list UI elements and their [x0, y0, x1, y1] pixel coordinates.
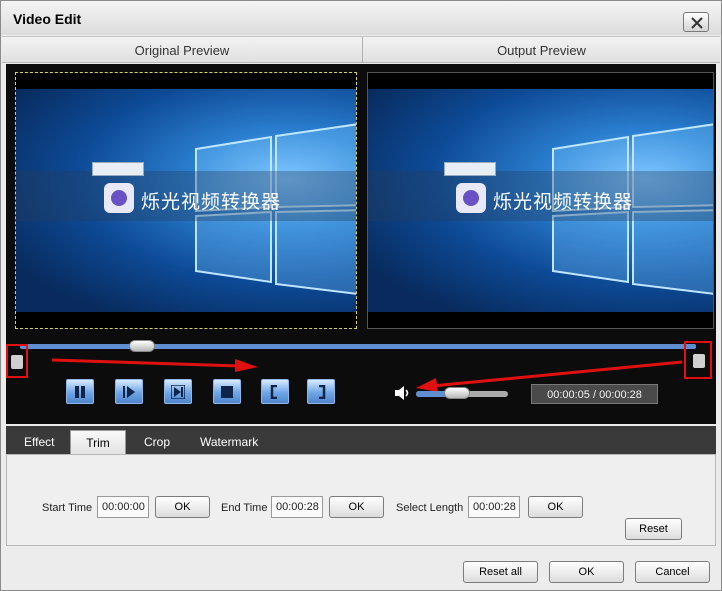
letterbox-top	[368, 73, 713, 89]
seek-bar[interactable]	[20, 344, 696, 349]
select-length-ok-button[interactable]: OK	[528, 496, 583, 518]
app-name-overlay: 烁光视频转换器	[141, 191, 282, 213]
start-time-ok-button[interactable]: OK	[155, 496, 210, 518]
letterbox-bottom	[368, 312, 713, 328]
stop-button[interactable]	[213, 379, 241, 404]
dialog-footer: Reset all OK Cancel	[2, 549, 720, 590]
volume-thumb[interactable]	[444, 387, 471, 399]
mark-out-button[interactable]	[307, 379, 335, 404]
trim-panel: Start Time OK End Time OK Select Length …	[6, 454, 716, 546]
next-frame-icon	[171, 385, 185, 399]
letterbox-top	[16, 73, 356, 89]
reset-button[interactable]: Reset	[625, 518, 682, 540]
tab-watermark[interactable]: Watermark	[192, 430, 266, 454]
play-icon	[123, 386, 135, 398]
cancel-button[interactable]: Cancel	[635, 561, 710, 583]
output-preview-pane: 烁光视频转换器	[367, 72, 714, 329]
select-length-field[interactable]	[468, 496, 520, 518]
scissors-icon	[693, 354, 705, 368]
reset-all-button[interactable]: Reset all	[463, 561, 538, 583]
close-icon	[691, 17, 703, 29]
video-frame: 烁光视频转换器	[368, 89, 713, 314]
overlay-small-box	[444, 162, 496, 176]
mark-in-button[interactable]	[261, 379, 289, 404]
video-edit-window: Video Edit Original Preview Output Previ…	[0, 0, 722, 591]
end-time-ok-button[interactable]: OK	[329, 496, 384, 518]
ok-button[interactable]: OK	[549, 561, 624, 583]
end-time-field[interactable]	[271, 496, 323, 518]
original-preview-pane[interactable]: 烁光视频转换器	[15, 72, 357, 329]
clip-start-marker[interactable]	[6, 344, 28, 378]
close-button[interactable]	[683, 12, 709, 32]
scissors-icon	[11, 355, 23, 369]
video-frame: 烁光视频转换器	[16, 89, 356, 314]
edit-tab-bar: Effect Trim Crop Watermark	[6, 426, 716, 454]
app-logo-icon	[104, 183, 134, 213]
start-time-field[interactable]	[97, 496, 149, 518]
preview-header: Original Preview Output Preview	[2, 36, 720, 63]
letterbox-bottom	[16, 312, 356, 328]
original-preview-label: Original Preview	[134, 43, 230, 58]
tab-trim[interactable]: Trim	[70, 430, 126, 454]
pause-button[interactable]	[66, 379, 94, 404]
end-time-label: End Time	[221, 502, 268, 514]
pause-icon	[75, 386, 85, 398]
tab-effect[interactable]: Effect	[16, 430, 62, 454]
bracket-right-icon	[319, 385, 326, 399]
clip-end-marker[interactable]	[684, 341, 712, 379]
title-bar: Video Edit	[1, 1, 721, 35]
start-time-label: Start Time	[42, 502, 93, 514]
output-preview-label: Output Preview	[497, 43, 586, 58]
bracket-left-icon	[270, 385, 277, 399]
tab-crop[interactable]: Crop	[136, 430, 178, 454]
next-frame-button[interactable]	[164, 379, 192, 404]
time-display: 00:00:05 / 00:00:28	[531, 384, 658, 404]
seek-thumb[interactable]	[128, 340, 155, 352]
window-title: Video Edit	[13, 11, 82, 27]
app-name-overlay: 烁光视频转换器	[493, 191, 634, 213]
overlay-small-box	[92, 162, 144, 176]
annotation-arrow-right	[51, 358, 258, 372]
play-button[interactable]	[115, 379, 143, 404]
app-logo-icon	[456, 183, 486, 213]
select-length-label: Select Length	[396, 502, 464, 514]
volume-icon[interactable]	[394, 385, 412, 401]
stop-icon	[221, 386, 233, 398]
player-area: 烁光视频转换器 烁光视频转换器 00:00:05 / 00:00:28	[6, 64, 716, 424]
